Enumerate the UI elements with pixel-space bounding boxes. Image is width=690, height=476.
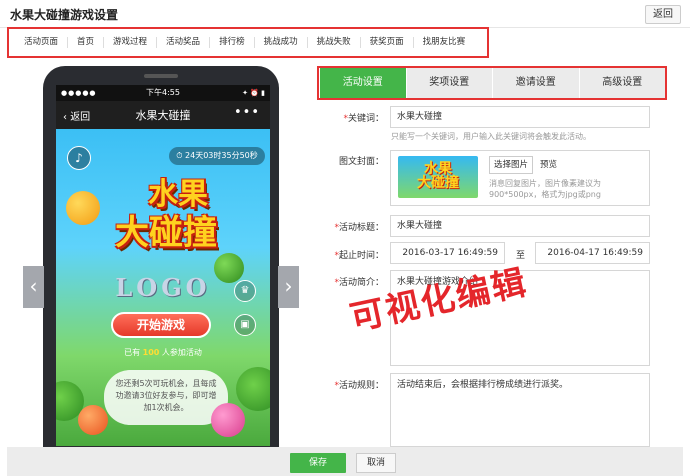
trophy-icon[interactable]: ♛ xyxy=(234,280,256,302)
settings-tabs: 活动设置 奖项设置 邀请设置 高级设置 xyxy=(320,68,665,98)
cover-thumbnail-text: 水果 大碰撞 xyxy=(417,161,459,191)
cancel-button[interactable]: 取消 xyxy=(356,453,396,473)
page-nav: 活动页面 首页 游戏过程 活动奖品 排行榜 挑战成功 挑战失败 获奖页面 找朋友… xyxy=(7,27,489,58)
cover-hint: 消息回复图片，图片像素建议为900*500px，格式为jpg或png xyxy=(489,179,601,199)
nav-item-game-process[interactable]: 游戏过程 xyxy=(104,37,158,48)
save-button[interactable]: 保存 xyxy=(290,453,346,473)
page-title: 水果大碰撞游戏设置 xyxy=(10,8,119,22)
gift-icon[interactable]: ▣ xyxy=(234,314,256,336)
participants-suffix: 人参加活动 xyxy=(161,348,202,357)
rules-textarea[interactable]: 活动结束后，会根据排行榜成绩进行派奖。 xyxy=(390,373,650,447)
keyword-hint: 只能写一个关键词，用户输入此关键词将会触发此活动。 xyxy=(391,132,591,141)
cover-thumbnail: 水果 大碰撞 xyxy=(398,156,478,198)
preview-link[interactable]: 预览 xyxy=(540,158,557,170)
cover-label: 图文封面： xyxy=(338,157,384,167)
prev-page-arrow-icon[interactable]: ‹ xyxy=(23,266,44,308)
start-game-button[interactable]: 开始游戏 xyxy=(111,312,211,338)
berry-fruit-icon xyxy=(211,403,245,437)
rules-label: *活动规则： xyxy=(334,381,384,391)
phone-screen: ●●●●● 下午4:55 ✦ ⏰ ▮ ‹ 返回 水果大碰撞 ••• ♪ ⏱ 24… xyxy=(56,85,270,446)
tab-activity-settings[interactable]: 活动设置 xyxy=(320,68,406,98)
participants-text: 已有 100 人参加活动 xyxy=(56,347,270,358)
nav-item-home[interactable]: 首页 xyxy=(68,37,105,48)
game-logo-title: 水果 大碰撞 xyxy=(86,177,246,253)
title-label: *活动标题： xyxy=(334,223,384,233)
choose-image-button[interactable]: 选择图片 xyxy=(489,156,533,174)
tree-right xyxy=(236,367,270,411)
game-logo-line2: 大碰撞 xyxy=(115,213,217,253)
tab-prize-settings[interactable]: 奖项设置 xyxy=(405,68,493,98)
countdown-timer: ⏱ 24天03时35分50秒 xyxy=(169,147,265,165)
countdown-text: 24天03时35分50秒 xyxy=(185,151,258,160)
back-button[interactable]: 返回 xyxy=(645,5,681,24)
phone-speaker xyxy=(144,74,178,78)
status-time: 下午4:55 xyxy=(146,88,180,97)
chances-tip: 您还剩5次可玩机会，且每成功邀请3位好友参与，即可增加1次机会。 xyxy=(104,370,228,425)
more-icon[interactable]: ••• xyxy=(234,105,260,120)
nav-item-challenge-success[interactable]: 挑战成功 xyxy=(255,37,308,48)
nav-item-friend-match[interactable]: 找朋友比赛 xyxy=(414,37,475,48)
nav-item-prizes[interactable]: 活动奖品 xyxy=(157,37,211,48)
status-bar: ●●●●● 下午4:55 ✦ ⏰ ▮ xyxy=(56,85,270,101)
nav-item-activity-page[interactable]: 活动页面 xyxy=(15,37,69,48)
time-label: *起止时间： xyxy=(334,251,384,261)
keyword-input[interactable]: 水果大碰撞 xyxy=(390,106,650,128)
game-logo-line1: 水果 xyxy=(148,177,208,212)
nav-item-winner-page[interactable]: 获奖页面 xyxy=(361,37,414,48)
peach-fruit-icon xyxy=(78,405,108,435)
game-settings-page: 水果大碰撞游戏设置 返回 活动页面 首页 游戏过程 活动奖品 排行榜 挑战成功 … xyxy=(0,0,690,476)
keyword-label: *关键词： xyxy=(343,114,384,124)
participants-prefix: 已有 xyxy=(124,348,141,357)
nav-item-challenge-fail[interactable]: 挑战失败 xyxy=(308,37,361,48)
nav-item-leaderboard[interactable]: 排行榜 xyxy=(210,37,255,48)
app-header: ‹ 返回 水果大碰撞 ••• xyxy=(56,101,270,129)
tab-advanced-settings[interactable]: 高级设置 xyxy=(578,68,666,98)
battery-icon: ✦ ⏰ ▮ xyxy=(242,89,265,97)
end-time-input[interactable]: 2016-04-17 16:49:59 xyxy=(535,242,650,264)
next-page-arrow-icon[interactable]: › xyxy=(278,266,299,308)
music-icon[interactable]: ♪ xyxy=(67,146,91,170)
tab-invite-settings[interactable]: 邀请设置 xyxy=(492,68,579,98)
participants-count: 100 xyxy=(142,348,160,357)
title-input[interactable]: 水果大碰撞 xyxy=(390,215,650,237)
